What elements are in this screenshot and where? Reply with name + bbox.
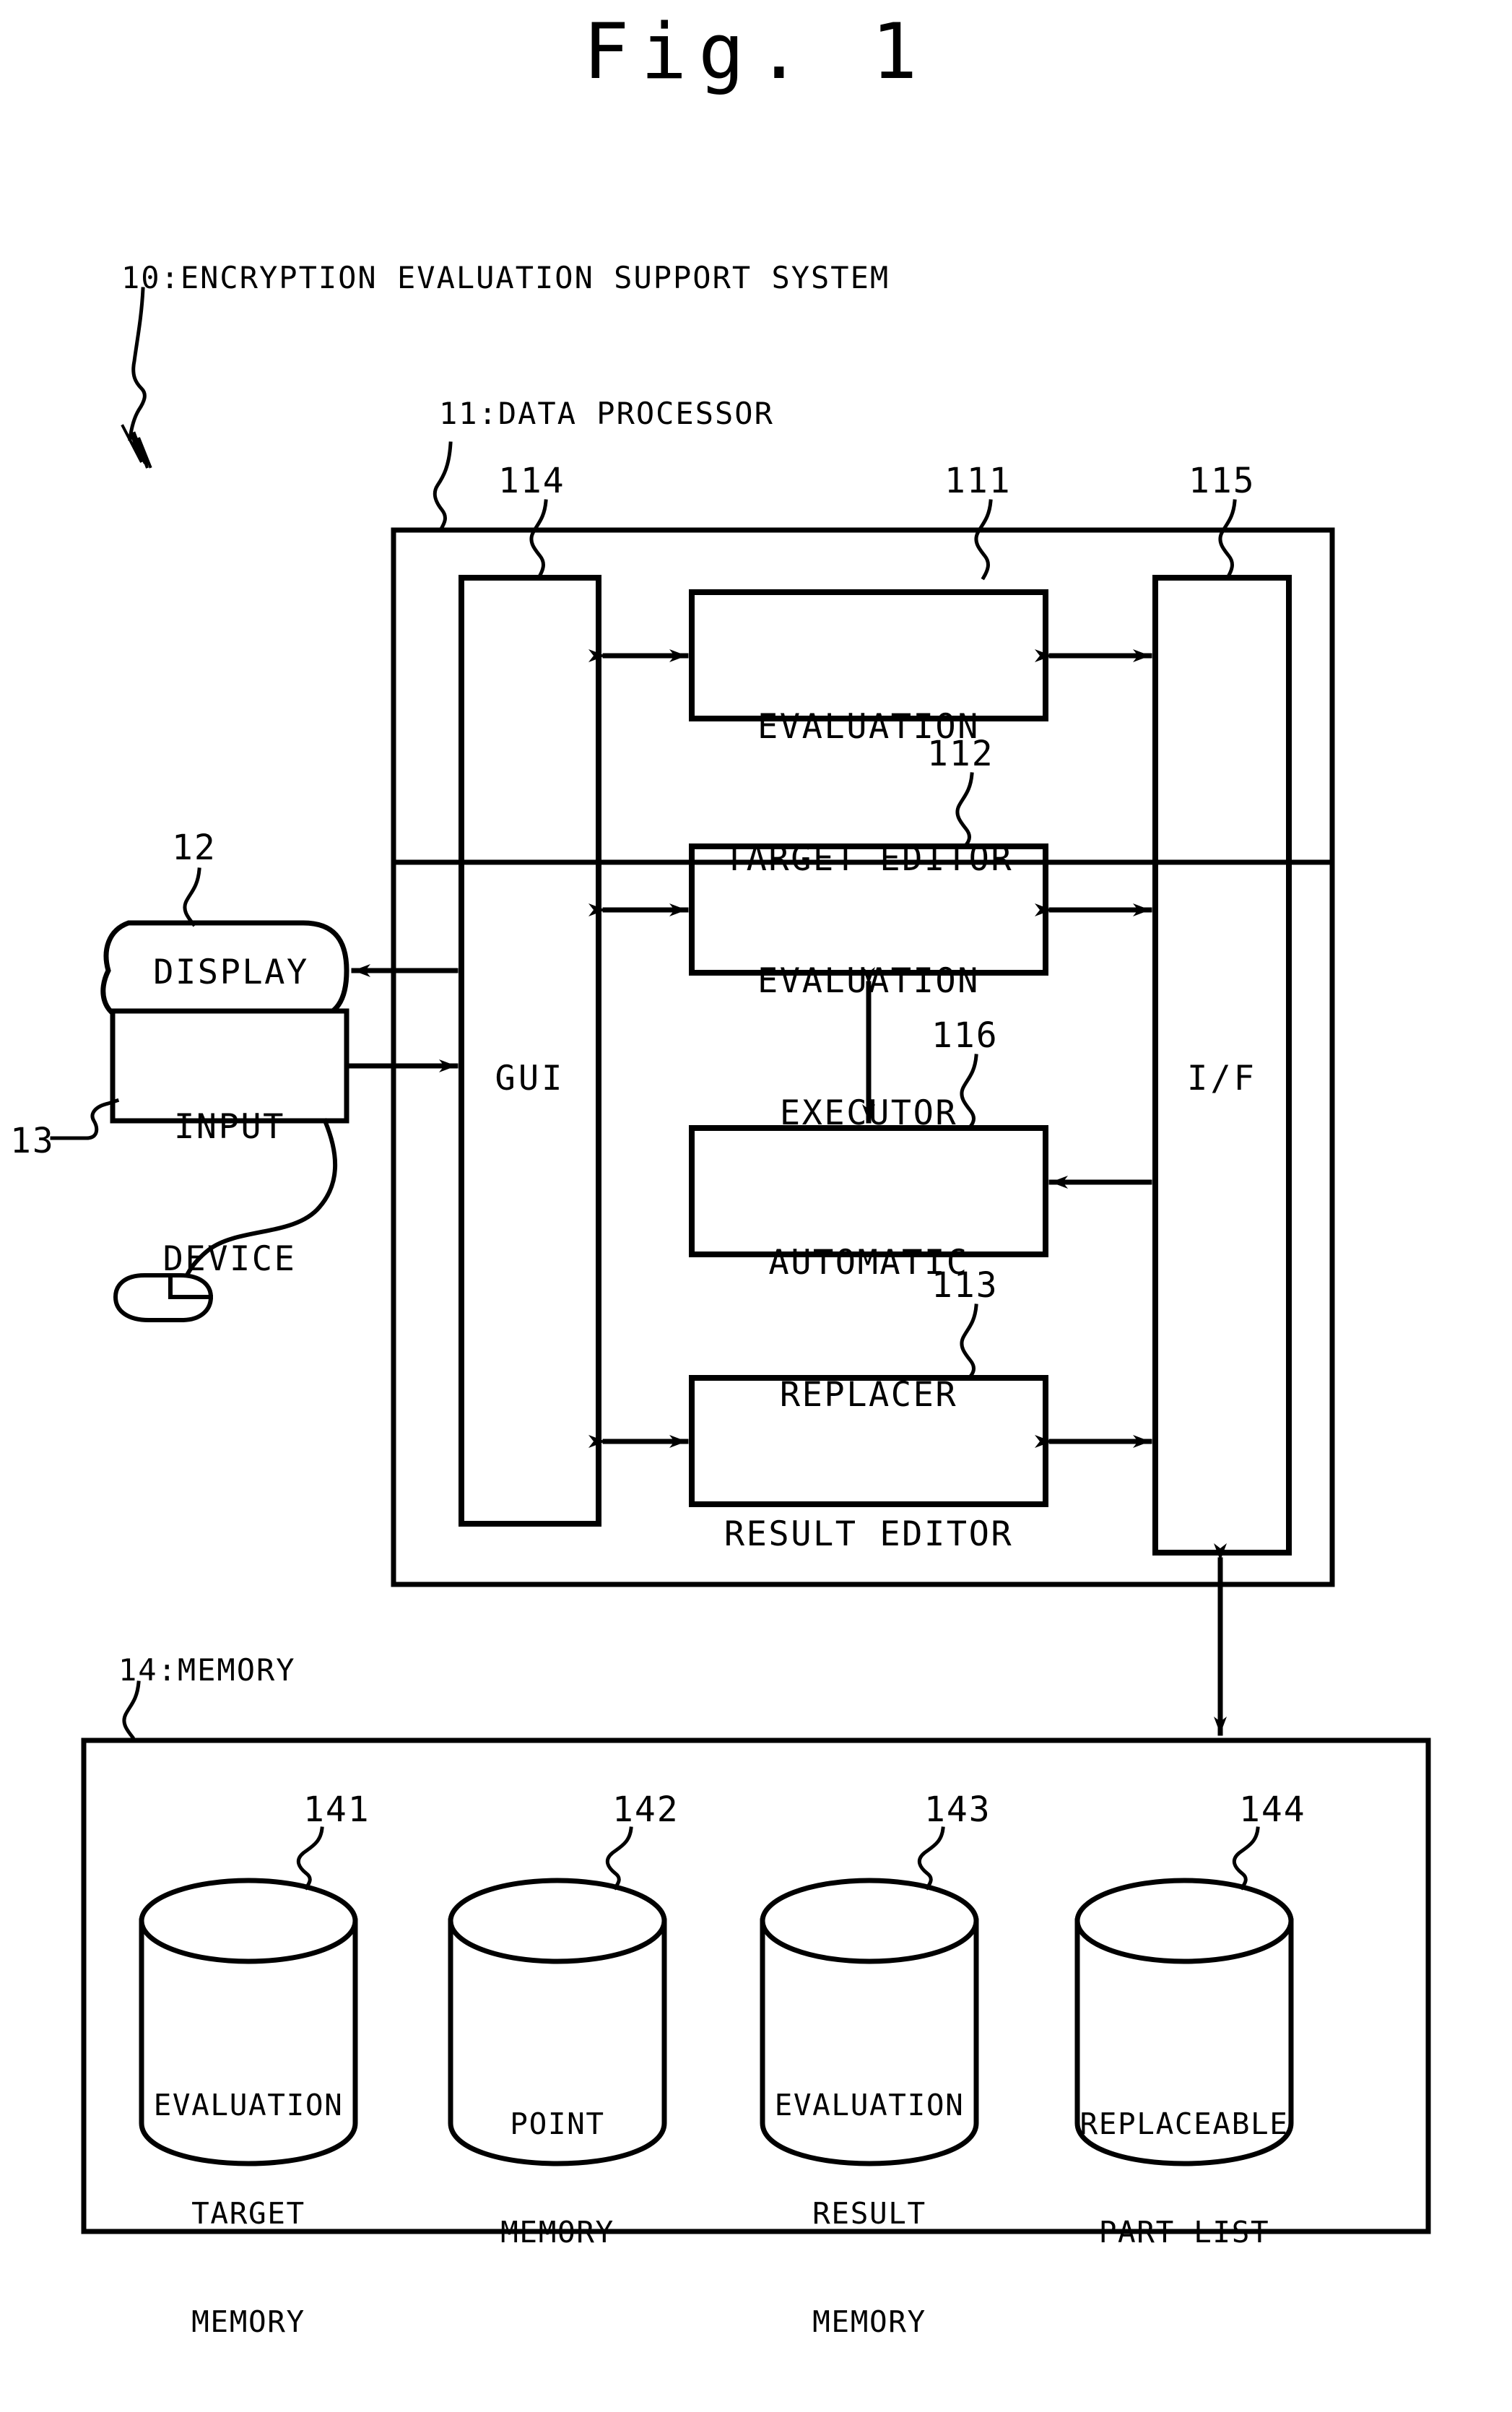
leader-144 xyxy=(1232,1826,1260,1891)
automatic-replacer-line1: AUTOMATIC xyxy=(768,1243,969,1283)
refnum-evaluation-result-memory: 143 xyxy=(924,1790,991,1830)
point-memory-label: POINT MEMORY xyxy=(451,2034,664,2322)
leader-141 xyxy=(296,1826,324,1891)
evaluation-target-memory-line2: TARGET xyxy=(191,2196,305,2231)
leader-12 xyxy=(183,867,201,927)
input-device-label: INPUT DEVICE xyxy=(113,1017,347,1370)
refnum-gui: 114 xyxy=(498,461,565,501)
evaluation-result-memory-line1: EVALUATION xyxy=(774,2088,965,2123)
evaluation-target-editor-line1: EVALUATION xyxy=(757,707,980,747)
interface-label: I/F xyxy=(1187,1059,1257,1098)
leader-14 xyxy=(122,1680,141,1743)
leader-115 xyxy=(1218,499,1237,581)
refnum-evaluation-target-memory: 141 xyxy=(303,1790,370,1830)
input-device-line1: INPUT xyxy=(174,1107,285,1148)
evaluation-result-memory-line3: MEMORY xyxy=(812,2304,926,2340)
evaluation-target-memory-line1: EVALUATION xyxy=(153,2088,344,2123)
point-memory-line2: MEMORY xyxy=(500,2215,614,2250)
figure-sheet: Fig. 1 10:ENCRYPTION EVALUATION SUPPORT … xyxy=(0,0,1512,2351)
refnum-point-memory: 142 xyxy=(612,1790,679,1830)
input-device-line2: DEVICE xyxy=(162,1239,297,1280)
evaluation-executor-line1: EVALUATION xyxy=(757,961,980,1002)
leader-data-processor xyxy=(433,441,453,533)
leader-143 xyxy=(917,1826,945,1891)
refnum-input-device: 13 xyxy=(10,1121,55,1161)
refnum-evaluation-target-editor: 111 xyxy=(944,461,1012,501)
leader-13 xyxy=(50,1098,120,1140)
callout-data-processor: 11:DATA PROCESSOR xyxy=(439,396,774,431)
refnum-interface: 115 xyxy=(1189,461,1256,501)
evaluation-executor-line2: EXECUTOR xyxy=(779,1093,958,1134)
evaluation-result-memory-label: EVALUATION RESULT MEMORY xyxy=(762,2015,976,2412)
leader-114 xyxy=(529,499,548,581)
leader-142 xyxy=(605,1826,633,1891)
replaceable-part-list-label: REPLACEABLE PART LIST xyxy=(1072,2034,1297,2322)
evaluation-result-memory-line2: RESULT xyxy=(812,2196,926,2231)
replaceable-part-list-line2: PART LIST xyxy=(1098,2215,1270,2250)
leader-111 xyxy=(974,499,993,581)
figure-title: Fig. 1 xyxy=(583,7,929,96)
result-editor-label: RESULT EDITOR xyxy=(692,1424,1046,1644)
evaluation-target-memory-label: EVALUATION TARGET MEMORY xyxy=(142,2015,355,2412)
automatic-replacer-line2: REPLACER xyxy=(779,1375,958,1415)
display-label: DISPLAY xyxy=(153,953,309,992)
callout-memory: 14:MEMORY xyxy=(118,1652,296,1688)
gui-label: GUI xyxy=(495,1059,565,1098)
callout-system: 10:ENCRYPTION EVALUATION SUPPORT SYSTEM xyxy=(121,260,890,295)
gui-box xyxy=(459,575,601,1527)
refnum-replaceable-part-list: 144 xyxy=(1239,1790,1306,1830)
refnum-display: 12 xyxy=(172,828,217,868)
leader-system xyxy=(121,287,152,469)
point-memory-line1: POINT xyxy=(510,2107,605,2142)
replaceable-part-list-line1: REPLACEABLE xyxy=(1079,2107,1289,2142)
evaluation-target-memory-line3: MEMORY xyxy=(191,2304,305,2340)
result-editor-line1: RESULT EDITOR xyxy=(724,1514,1014,1555)
